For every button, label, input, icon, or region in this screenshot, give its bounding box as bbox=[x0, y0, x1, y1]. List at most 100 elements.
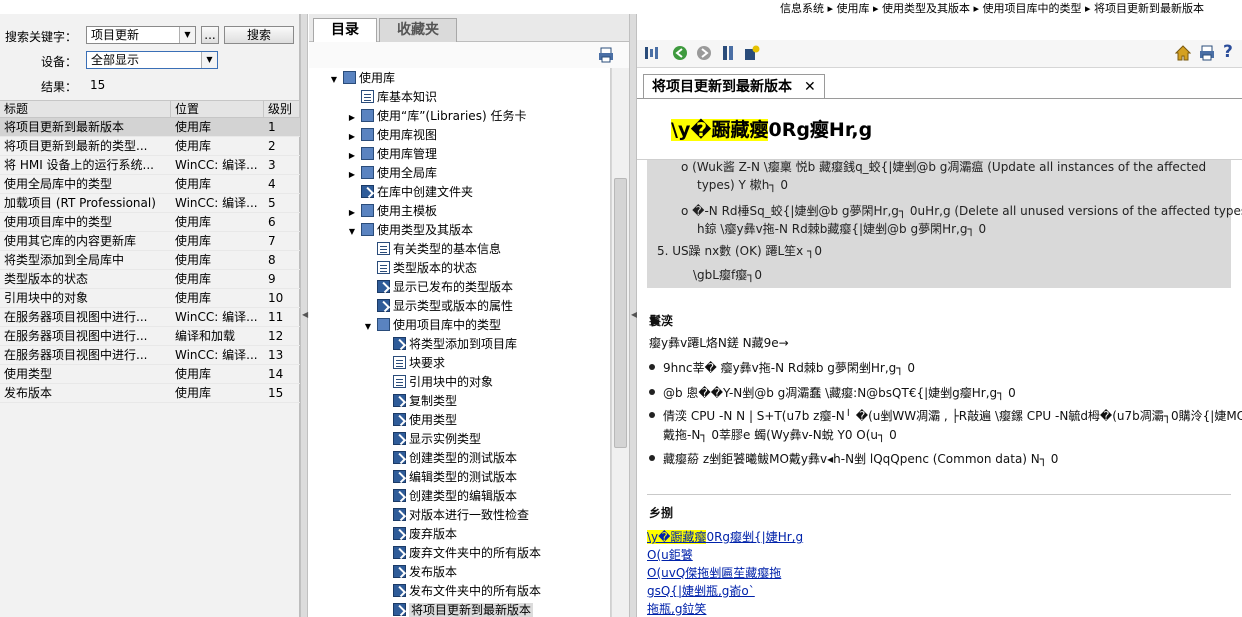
result-row[interactable]: 将项目更新到最新的类型... 使用库 2 bbox=[0, 137, 300, 156]
help-icon[interactable]: ? bbox=[1223, 42, 1233, 62]
document-panel: ? 将项目更新到最新版本 ✕ \y�蹰藏瘿0Rg瘿Hr,g o (Wuk酱 Z-N… bbox=[637, 14, 1242, 617]
procedure-icon bbox=[393, 489, 406, 502]
document-tab[interactable]: 将项目更新到最新版本 ✕ bbox=[643, 74, 825, 98]
close-icon[interactable]: ✕ bbox=[804, 79, 816, 95]
toc-node[interactable]: 对版本进行一致性检查 bbox=[379, 506, 529, 525]
toc-node[interactable]: 在库中创建文件夹 bbox=[347, 183, 473, 202]
toc-node[interactable]: 将项目更新到最新版本 bbox=[379, 601, 534, 617]
result-row[interactable]: 将类型添加到全局库中 使用库 8 bbox=[0, 251, 300, 270]
toc-node[interactable]: ▶ 使用“库”(Libraries) 任务卡 bbox=[347, 107, 526, 126]
toc-node[interactable]: 有关类型的基本信息 bbox=[363, 240, 501, 259]
result-title: 加载项目 (RT Professional) bbox=[4, 196, 156, 210]
collapse-arrow-icon[interactable]: ▼ bbox=[329, 70, 339, 89]
toc-node[interactable]: 复制类型 bbox=[379, 392, 457, 411]
result-row[interactable]: 引用块中的对象 使用库 10 bbox=[0, 289, 300, 308]
result-row[interactable]: 将项目更新到最新版本 使用库 1 bbox=[0, 118, 300, 137]
chevron-down-icon[interactable]: ▼ bbox=[179, 27, 195, 43]
toc-node[interactable]: 块要求 bbox=[379, 354, 445, 373]
tab-contents[interactable]: 目录 bbox=[313, 18, 377, 42]
chevron-down-icon[interactable]: ▼ bbox=[201, 52, 217, 68]
toc-node[interactable]: 类型版本的状态 bbox=[363, 259, 477, 278]
forward-icon[interactable] bbox=[696, 45, 712, 61]
toc-node[interactable]: 发布文件夹中的所有版本 bbox=[379, 582, 541, 601]
toc-node[interactable]: 创建类型的测试版本 bbox=[379, 449, 517, 468]
toc-node[interactable]: ▼ 使用项目库中的类型 bbox=[363, 316, 501, 335]
result-row[interactable]: 加载项目 (RT Professional) WinCC: 编译... 5 bbox=[0, 194, 300, 213]
result-row[interactable]: 在服务器项目视图中进行... 编译和加载 12 bbox=[0, 327, 300, 346]
related-link[interactable]: \y�蹰藏瘿0Rg瘿剉{|婕Hr,g bbox=[647, 528, 803, 545]
search-button[interactable]: 搜索 bbox=[224, 26, 294, 44]
expand-arrow-icon[interactable]: ▶ bbox=[347, 127, 357, 146]
toc-node[interactable]: 显示类型或版本的属性 bbox=[363, 297, 513, 316]
result-row[interactable]: 使用类型 使用库 14 bbox=[0, 365, 300, 384]
col-level-header[interactable]: 级别 bbox=[264, 101, 300, 117]
col-location-header[interactable]: 位置 bbox=[171, 101, 264, 117]
result-row[interactable]: 使用项目库中的类型 使用库 6 bbox=[0, 213, 300, 232]
bookmark-icon[interactable] bbox=[720, 45, 736, 61]
col-title-header[interactable]: 标题 bbox=[0, 101, 171, 117]
toc-scrollbar[interactable] bbox=[611, 68, 629, 617]
tab-favorites[interactable]: 收藏夹 bbox=[379, 18, 457, 42]
left-splitter[interactable]: ◀ bbox=[300, 14, 308, 617]
toc-node[interactable]: 废弃版本 bbox=[379, 525, 457, 544]
toc-node[interactable]: 显示实例类型 bbox=[379, 430, 481, 449]
book-icon bbox=[377, 318, 390, 331]
add-favorite-icon[interactable] bbox=[744, 45, 760, 61]
toc-node-label: 编辑类型的测试版本 bbox=[409, 470, 518, 484]
scrollbar-thumb[interactable] bbox=[614, 178, 627, 448]
collapse-arrow-icon[interactable]: ▼ bbox=[363, 317, 373, 336]
more-button[interactable]: ... bbox=[201, 26, 219, 44]
toc-node[interactable]: 废弃文件夹中的所有版本 bbox=[379, 544, 541, 563]
toc-node[interactable]: 使用类型 bbox=[379, 411, 457, 430]
related-link[interactable]: O(uvQ傑拖剉匾苼藏瘿拖 bbox=[647, 564, 781, 581]
expand-arrow-icon[interactable]: ▶ bbox=[347, 203, 357, 222]
toc-node[interactable]: 将类型添加到项目库 bbox=[379, 335, 517, 354]
toc-node[interactable]: 引用块中的对象 bbox=[379, 373, 493, 392]
toc-node[interactable]: 创建类型的编辑版本 bbox=[379, 487, 517, 506]
result-row[interactable]: 在服务器项目视图中进行... WinCC: 编译... 13 bbox=[0, 346, 300, 365]
collapse-arrow-icon[interactable]: ▼ bbox=[347, 222, 357, 241]
toc-node[interactable]: 编辑类型的测试版本 bbox=[379, 468, 517, 487]
toc-node[interactable]: ▼ 使用库 bbox=[329, 69, 395, 88]
device-value: 全部显示 bbox=[91, 53, 140, 67]
print-icon[interactable] bbox=[598, 47, 614, 63]
expand-arrow-icon[interactable]: ▶ bbox=[347, 165, 357, 184]
toc-node-label: 使用“库”(Libraries) 任务卡 bbox=[377, 109, 527, 123]
result-row[interactable]: 将 HMI 设备上的运行系统... WinCC: 编译... 3 bbox=[0, 156, 300, 175]
print-icon[interactable] bbox=[1199, 45, 1215, 61]
sync-toc-icon[interactable] bbox=[644, 45, 660, 61]
toc-node-label: 对版本进行一致性检查 bbox=[409, 508, 530, 522]
collapse-left-icon[interactable]: ◀ bbox=[302, 310, 308, 319]
procedure-line: o (Wuk酱 Z-N \瘿稟 悦b 藏瘿銭q_蛟{|婕剉@b g凋灞瘟 (Up… bbox=[681, 160, 1207, 174]
toc-node[interactable]: ▼ 使用类型及其版本 bbox=[347, 221, 473, 240]
keyword-input[interactable]: 项目更新 ▼ bbox=[86, 26, 196, 44]
related-link[interactable]: O(u鉅饕 bbox=[647, 546, 693, 563]
result-row[interactable]: 使用全局库中的类型 使用库 4 bbox=[0, 175, 300, 194]
related-link[interactable]: 拖瓶,g鉝笑 bbox=[647, 600, 706, 617]
toc-node[interactable]: ▶ 使用全局库 bbox=[347, 164, 437, 183]
book-icon bbox=[343, 71, 356, 84]
result-level: 5 bbox=[268, 196, 276, 210]
toc-node[interactable]: 显示已发布的类型版本 bbox=[363, 278, 513, 297]
related-link[interactable]: gsQ{|婕剉瓶,g嵛o` bbox=[647, 582, 755, 599]
result-row[interactable]: 发布版本 使用库 15 bbox=[0, 384, 300, 403]
back-icon[interactable] bbox=[672, 45, 688, 61]
toc-node[interactable]: ▶ 使用主模板 bbox=[347, 202, 437, 221]
expand-arrow-icon[interactable]: ▶ bbox=[347, 108, 357, 127]
expand-arrow-icon[interactable]: ▶ bbox=[347, 146, 357, 165]
toc-node[interactable]: 发布版本 bbox=[379, 563, 457, 582]
home-icon[interactable] bbox=[1175, 45, 1191, 61]
toc-node-label: 发布版本 bbox=[409, 565, 458, 579]
result-location: WinCC: 编译... bbox=[175, 348, 258, 362]
toc-node[interactable]: ▶ 使用库管理 bbox=[347, 145, 437, 164]
result-row[interactable]: 使用其它库的内容更新库 使用库 7 bbox=[0, 232, 300, 251]
result-row[interactable]: 在服务器项目视图中进行... WinCC: 编译... 11 bbox=[0, 308, 300, 327]
toc-tree: ▼ 使用库 库基本知识 ▶ 使用“库”(Libraries) 任务卡 ▶ 使用库视图 ▶ 使用库… bbox=[309, 68, 611, 617]
toc-node[interactable]: 库基本知识 bbox=[347, 88, 437, 107]
toc-node[interactable]: ▶ 使用库视图 bbox=[347, 126, 437, 145]
procedure-icon bbox=[393, 413, 406, 426]
device-select[interactable]: 全部显示 ▼ bbox=[86, 51, 218, 69]
right-splitter[interactable]: ◀ bbox=[629, 14, 637, 617]
result-row[interactable]: 类型版本的状态 使用库 9 bbox=[0, 270, 300, 289]
bullet bbox=[649, 364, 655, 370]
